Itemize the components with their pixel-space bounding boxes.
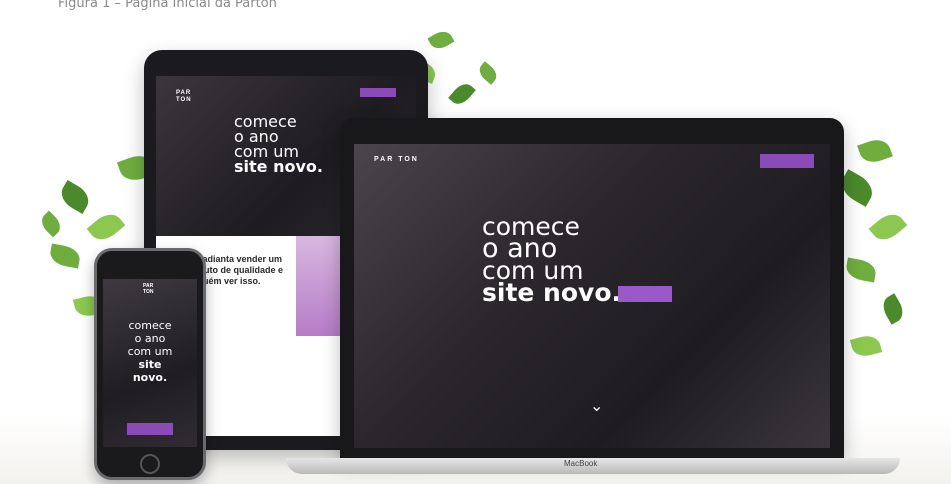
laptop-headline: comece o ano com um site novo. (482, 212, 622, 307)
laptop-screen: PAR TON comece o ano com um site novo. ⌄ (354, 144, 830, 448)
phone-device: PAR TON comece o ano com um site novo. (94, 248, 206, 480)
tablet-headline: comece o ano com um site novo. (234, 112, 323, 176)
laptop-portfolio-button (618, 286, 672, 302)
phone-screen: PAR TON comece o ano com um site novo. (103, 279, 197, 447)
phone-headline: comece o ano com um site novo. (127, 319, 173, 384)
figure-caption: Figura 1 – Página Inicial da Parton (58, 0, 277, 11)
phone-cta-button (127, 423, 173, 435)
home-button (140, 454, 160, 474)
laptop-device: PAR TON comece o ano com um site novo. ⌄ (340, 118, 844, 458)
mockup-scene: PAR TON comece o ano com um site novo. nã… (0, 16, 951, 484)
laptop-base: MacBook (286, 458, 900, 474)
laptop-cta-button (760, 154, 814, 168)
laptop-logo: PAR TON (374, 156, 419, 163)
laptop-brand-label: MacBook (564, 459, 598, 468)
chevron-down-icon: ⌄ (590, 398, 604, 415)
tablet-cta-button (360, 88, 396, 97)
phone-logo: PAR TON (143, 283, 154, 295)
tablet-logo: PAR TON (176, 90, 192, 103)
